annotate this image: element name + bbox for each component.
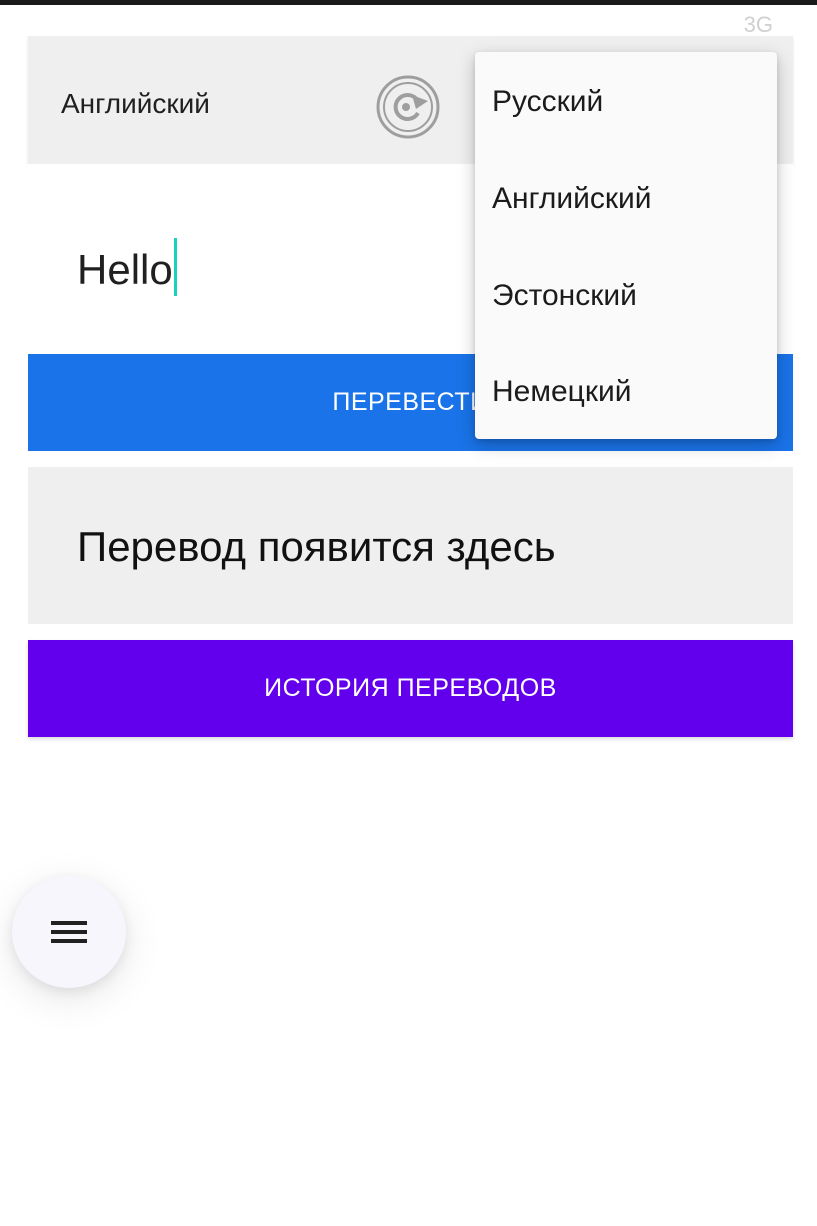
source-language-selector[interactable]: Английский — [61, 88, 210, 120]
language-dropdown: Русский Английский Эстонский Немецкий — [475, 52, 777, 439]
result-placeholder: Перевод появится здесь — [77, 523, 556, 570]
swap-languages-button[interactable] — [372, 69, 448, 145]
status-top-line — [0, 0, 817, 5]
menu-icon — [51, 921, 87, 943]
status-bar: 3G — [0, 0, 817, 40]
network-indicator: 3G — [743, 12, 773, 37]
source-text-input[interactable]: Hello — [77, 238, 177, 296]
refresh-swap-icon — [376, 75, 440, 139]
translation-result: Перевод появится здесь — [28, 467, 793, 624]
history-button[interactable]: ИСТОРИЯ ПЕРЕВОДОВ — [28, 640, 793, 737]
dropdown-item-german[interactable]: Немецкий — [492, 368, 762, 416]
dropdown-item-english[interactable]: Английский — [492, 175, 762, 223]
dropdown-item-russian[interactable]: Русский — [492, 78, 762, 126]
input-value: Hello — [77, 246, 173, 293]
dropdown-item-estonian[interactable]: Эстонский — [492, 272, 762, 320]
menu-fab-button[interactable] — [12, 876, 126, 988]
text-caret — [173, 238, 177, 296]
